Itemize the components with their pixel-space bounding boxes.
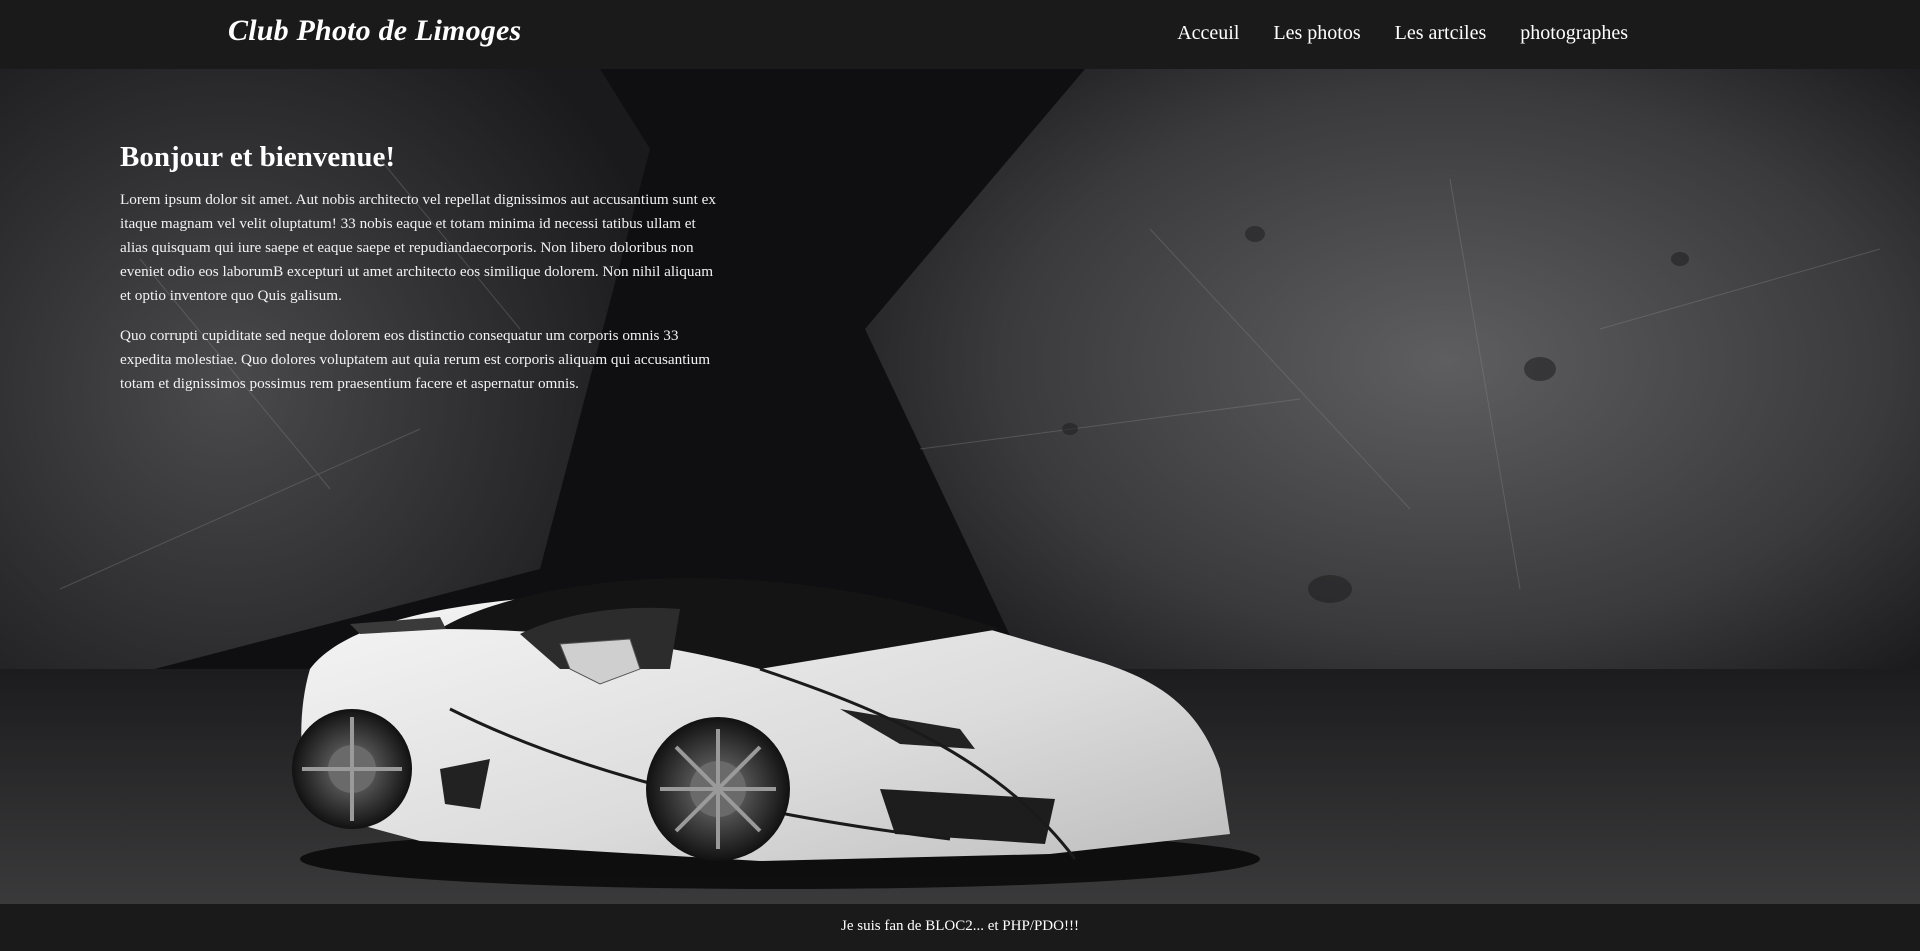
intro-paragraph-2: Quo corrupti cupiditate sed neque dolore… — [120, 327, 711, 392]
main-nav: Acceuil Les photos Les artciles photogra… — [1177, 22, 1628, 45]
nav-item-photographes[interactable]: photographes — [1520, 22, 1628, 45]
nav-item-photos[interactable]: Les photos — [1273, 22, 1360, 45]
page-heading: Bonjour et bienvenue! — [120, 141, 395, 173]
nav-item-articles[interactable]: Les artciles — [1395, 22, 1487, 45]
hero-section: Bonjour et bienvenue! Lorem ipsum dolor … — [0, 69, 1920, 904]
intro-paragraph-1: Lorem ipsum dolor sit amet. Aut nobis ar… — [120, 191, 716, 304]
intro-block: Bonjour et bienvenue! Lorem ipsum dolor … — [120, 141, 720, 412]
nav-item-acceuil[interactable]: Acceuil — [1177, 22, 1239, 45]
footer-text: Je suis fan de BLOC2... et PHP/PDO!!! — [841, 918, 1079, 934]
site-header: Club Photo de Limoges Acceuil Les photos… — [0, 0, 1920, 69]
site-footer: Je suis fan de BLOC2... et PHP/PDO!!! — [0, 904, 1920, 951]
site-title[interactable]: Club Photo de Limoges — [228, 14, 521, 48]
